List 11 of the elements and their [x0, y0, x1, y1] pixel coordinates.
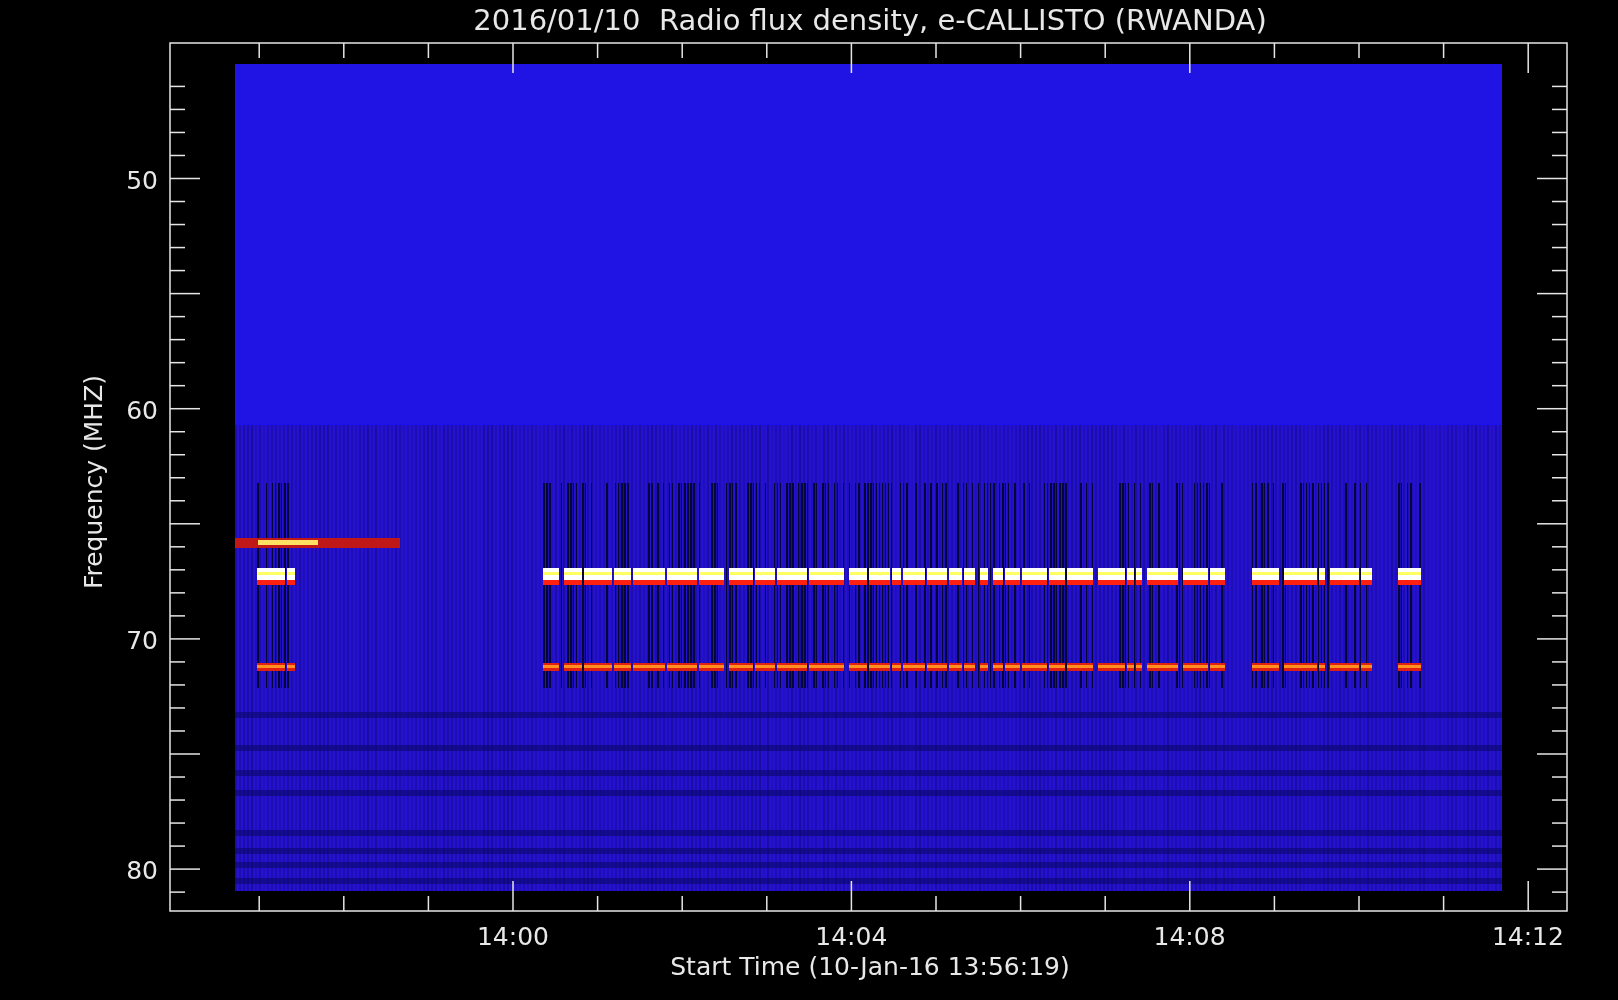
tick-label: 50 [126, 165, 158, 195]
tick-label: 80 [126, 856, 158, 886]
axis-label: Frequency (MHZ) [79, 374, 108, 590]
tick-label: 60 [126, 395, 158, 425]
tick-label: 14:00 [477, 922, 549, 951]
tick-label: 14:04 [815, 922, 888, 951]
tick-label: 14:12 [1491, 922, 1564, 951]
tick-label: 70 [126, 625, 158, 655]
chart-title: 2016/01/10 Radio flux density, e-CALLISTO (RWANDA) [473, 3, 1267, 37]
axis-label: Start Time (10-Jan-16 13:56:19) [670, 952, 1070, 981]
tick-label: 14:08 [1153, 922, 1226, 951]
